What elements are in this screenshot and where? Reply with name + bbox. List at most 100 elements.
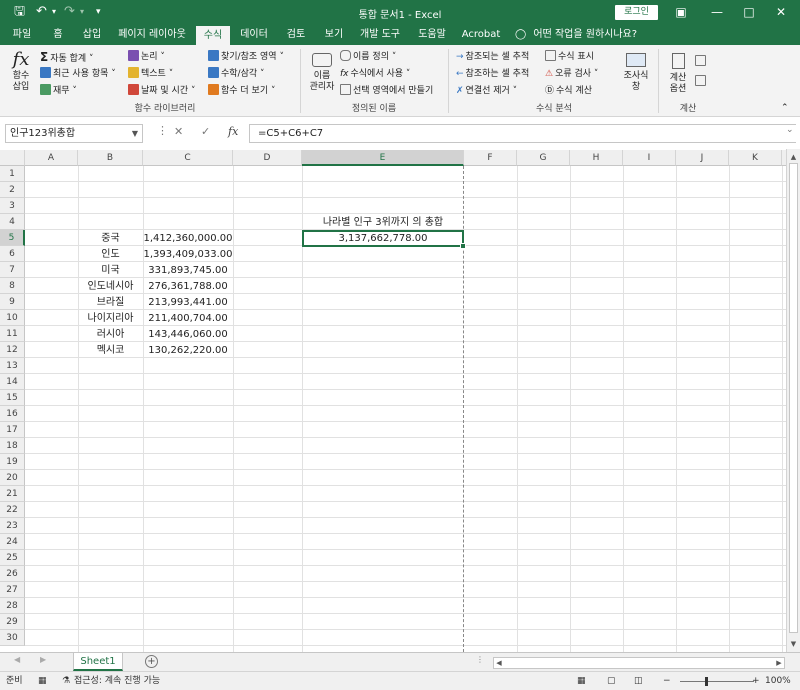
row-header[interactable]: 27 bbox=[0, 582, 25, 598]
tab-acrobat[interactable]: Acrobat bbox=[458, 25, 504, 45]
tab-page-layout[interactable]: 페이지 레이아웃 bbox=[112, 25, 192, 45]
save-icon[interactable]: 🖫 bbox=[14, 3, 25, 21]
fill-handle[interactable] bbox=[460, 243, 466, 249]
cell-c6[interactable]: 1,393,409,033.00 bbox=[143, 247, 233, 263]
row-header[interactable]: 29 bbox=[0, 614, 25, 630]
cell-c12[interactable]: 130,262,220.00 bbox=[143, 343, 233, 359]
lookup-button[interactable]: 찾기/참조 영역 ˅ bbox=[208, 50, 284, 64]
scroll-right-icon[interactable]: ▶ bbox=[773, 657, 785, 669]
trace-dependents-button[interactable]: ← 참조하는 셀 추적 bbox=[456, 67, 529, 81]
accessibility-icon[interactable]: ⚗ bbox=[62, 672, 70, 690]
undo-dropdown-icon[interactable]: ▾ bbox=[52, 3, 56, 21]
cell-b10[interactable]: 나이지리아 bbox=[78, 311, 143, 327]
zoom-level[interactable]: 100% bbox=[765, 672, 791, 690]
row-header[interactable]: 6 bbox=[0, 246, 25, 262]
tab-insert[interactable]: 삽입 bbox=[76, 25, 108, 45]
row-header[interactable]: 20 bbox=[0, 470, 25, 486]
autosum-button[interactable]: Σ 자동 합계 ˅ bbox=[40, 50, 94, 66]
name-box[interactable]: 인구123위총합 ▼ bbox=[5, 124, 143, 143]
cell-b7[interactable]: 미국 bbox=[78, 263, 143, 279]
column-header-c[interactable]: C bbox=[143, 150, 233, 166]
zoom-slider[interactable] bbox=[680, 681, 754, 682]
insert-function-icon[interactable]: fx bbox=[228, 125, 238, 138]
trace-precedents-button[interactable]: → 참조되는 셀 추적 bbox=[456, 50, 529, 64]
cell-b5[interactable]: 중국 bbox=[78, 231, 143, 247]
column-header-g[interactable]: G bbox=[517, 150, 570, 166]
calculate-now-icon[interactable] bbox=[695, 55, 708, 69]
login-button[interactable]: 로그인 bbox=[615, 5, 658, 20]
row-header[interactable]: 14 bbox=[0, 374, 25, 390]
zoom-in-icon[interactable]: + bbox=[752, 672, 760, 690]
row-header[interactable]: 7 bbox=[0, 262, 25, 278]
formula-input[interactable]: =C5+C6+C7 bbox=[249, 124, 796, 143]
tab-help[interactable]: 도움말 bbox=[410, 25, 454, 45]
row-header[interactable]: 26 bbox=[0, 566, 25, 582]
row-header[interactable]: 8 bbox=[0, 278, 25, 294]
macro-record-icon[interactable]: ▦ bbox=[38, 672, 47, 690]
row-header[interactable]: 11 bbox=[0, 326, 25, 342]
tab-data[interactable]: 데이터 bbox=[234, 25, 274, 45]
cell-b6[interactable]: 인도 bbox=[78, 247, 143, 263]
cell-b12[interactable]: 멕시코 bbox=[78, 343, 143, 359]
prev-sheet-icon[interactable]: ◀ bbox=[14, 655, 20, 664]
zoom-out-icon[interactable]: − bbox=[663, 672, 671, 690]
worksheet-grid[interactable]: A B C D E F G H I J K 1 2 3 4 5 6 7 8 9 10 11 12 13 1… bbox=[0, 149, 786, 652]
accessibility-status[interactable]: 접근성: 계속 진행 가능 bbox=[74, 672, 160, 690]
tab-developer[interactable]: 개발 도구 bbox=[354, 25, 406, 45]
watch-window-button[interactable]: 조사식 창 bbox=[620, 51, 652, 93]
financial-button[interactable]: 재무 ˅ bbox=[40, 84, 77, 98]
row-header[interactable]: 19 bbox=[0, 454, 25, 470]
cell-c9[interactable]: 213,993,441.00 bbox=[143, 295, 233, 311]
cancel-icon[interactable]: ✕ bbox=[174, 125, 183, 138]
row-header[interactable]: 16 bbox=[0, 406, 25, 422]
remove-arrows-button[interactable]: ✗ 연결선 제거 ˅ bbox=[456, 84, 517, 98]
show-formulas-button[interactable]: 수식 표시 bbox=[545, 50, 594, 64]
column-header-i[interactable]: I bbox=[623, 150, 676, 166]
page-layout-view-icon[interactable]: ▢ bbox=[607, 672, 616, 690]
cell-b8[interactable]: 인도네시아 bbox=[78, 279, 143, 295]
normal-view-icon[interactable]: ▦ bbox=[577, 672, 586, 690]
row-header[interactable]: 28 bbox=[0, 598, 25, 614]
row-header[interactable]: 12 bbox=[0, 342, 25, 358]
row-header[interactable]: 21 bbox=[0, 486, 25, 502]
row-header[interactable]: 5 bbox=[0, 230, 25, 246]
row-header[interactable]: 9 bbox=[0, 294, 25, 310]
chevron-down-icon[interactable]: ▼ bbox=[132, 125, 138, 142]
scroll-up-icon[interactable]: ▲ bbox=[787, 151, 800, 163]
ribbon-display-options-icon[interactable]: ▣ bbox=[666, 3, 696, 21]
maximize-icon[interactable]: □ bbox=[734, 3, 764, 21]
cell-b11[interactable]: 러시아 bbox=[78, 327, 143, 343]
row-header[interactable]: 3 bbox=[0, 198, 25, 214]
row-header[interactable]: 2 bbox=[0, 182, 25, 198]
row-header[interactable]: 13 bbox=[0, 358, 25, 374]
horizontal-scrollbar[interactable]: ◀ ▶ bbox=[493, 657, 785, 669]
zoom-slider-knob[interactable] bbox=[705, 677, 708, 686]
cell-e4[interactable]: 나라별 인구 3위까지 의 총합 bbox=[302, 215, 464, 231]
row-header[interactable]: 22 bbox=[0, 502, 25, 518]
calculate-sheet-icon[interactable] bbox=[695, 75, 708, 89]
undo-icon[interactable]: ↶ bbox=[36, 3, 47, 21]
close-icon[interactable]: ✕ bbox=[766, 3, 796, 21]
page-break-preview-icon[interactable]: ◫ bbox=[634, 672, 643, 690]
row-header[interactable]: 4 bbox=[0, 214, 25, 230]
column-header-k[interactable]: K bbox=[729, 150, 782, 166]
cell-c11[interactable]: 143,446,060.00 bbox=[143, 327, 233, 343]
vertical-scrollbar[interactable]: ▲ ▼ bbox=[786, 149, 800, 652]
define-name-button[interactable]: 이름 정의 ˅ bbox=[340, 50, 396, 64]
expand-formula-bar-icon[interactable]: ⌄ bbox=[786, 125, 794, 135]
tab-review[interactable]: 검토 bbox=[278, 25, 314, 45]
calculation-options-button[interactable]: 계산 옵션 bbox=[663, 51, 693, 95]
row-header[interactable]: 15 bbox=[0, 390, 25, 406]
error-checking-button[interactable]: ⚠ 오류 검사 ˅ bbox=[545, 67, 598, 81]
row-header[interactable]: 18 bbox=[0, 438, 25, 454]
create-from-selection-button[interactable]: 선택 영역에서 만들기 bbox=[340, 84, 433, 98]
row-header[interactable]: 10 bbox=[0, 310, 25, 326]
next-sheet-icon[interactable]: ▶ bbox=[40, 655, 46, 664]
tab-formulas[interactable]: 수식 bbox=[196, 26, 230, 45]
row-header[interactable]: 1 bbox=[0, 166, 25, 182]
collapse-ribbon-icon[interactable]: ⌃ bbox=[781, 101, 789, 115]
minimize-icon[interactable]: — bbox=[702, 3, 732, 21]
column-header-j[interactable]: J bbox=[676, 150, 729, 166]
text-functions-button[interactable]: 텍스트 ˅ bbox=[128, 67, 173, 81]
column-header-b[interactable]: B bbox=[78, 150, 143, 166]
